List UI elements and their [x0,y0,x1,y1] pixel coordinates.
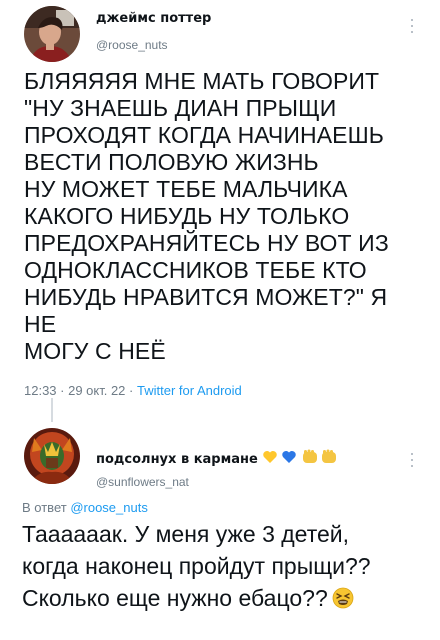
reply-display-name[interactable]: подсолнух в кармане [96,449,338,469]
name-emoji-group [262,449,338,469]
reply-to-handle-link[interactable]: @roose_nuts [70,500,148,515]
profile-photo [24,6,80,62]
more-vertical-icon[interactable] [410,18,414,34]
reply-prefix: В ответ [22,500,71,515]
reply-user-handle[interactable]: @sunflowers_nat [96,475,189,489]
reply-text: Таааааак. У меня уже 3 детей, когда нако… [22,518,432,614]
reply-name-text: подсолнух в кармане [96,452,258,467]
thread-connector [51,398,53,422]
tweet-text: БЛЯЯЯЯЯ МНЕ МАТЬ ГОВОРИТ "НУ ЗНАЕШЬ ДИАН… [24,68,389,364]
name-emoji [263,449,336,463]
tired-face-icon [332,587,354,609]
reply-text-content: Таааааак. У меня уже 3 детей, когда нако… [22,521,371,611]
blue-heart-icon [282,451,296,463]
more-vertical-icon[interactable] [410,452,414,468]
user-handle[interactable]: @roose_nuts [96,38,168,52]
replying-to: В ответ @roose_nuts [22,500,148,515]
yellow-heart-icon [263,451,277,463]
user-avatar[interactable] [24,6,80,62]
tweet-source-link[interactable]: Twitter for Android [137,383,242,398]
tweet-time: 12:33 · 29 окт. 22 · [24,383,137,398]
reply-user-avatar[interactable] [24,428,80,484]
profile-photo [24,428,80,484]
display-name[interactable]: джеймс поттер [96,11,211,26]
tweet-timestamp: 12:33 · 29 окт. 22 · Twitter for Android [24,383,242,398]
main-tweet: джеймс поттер @roose_nuts БЛЯЯЯЯЯ МНЕ МА… [0,0,440,422]
raised-fist-icon [302,449,317,463]
raised-fist-icon [321,449,336,463]
